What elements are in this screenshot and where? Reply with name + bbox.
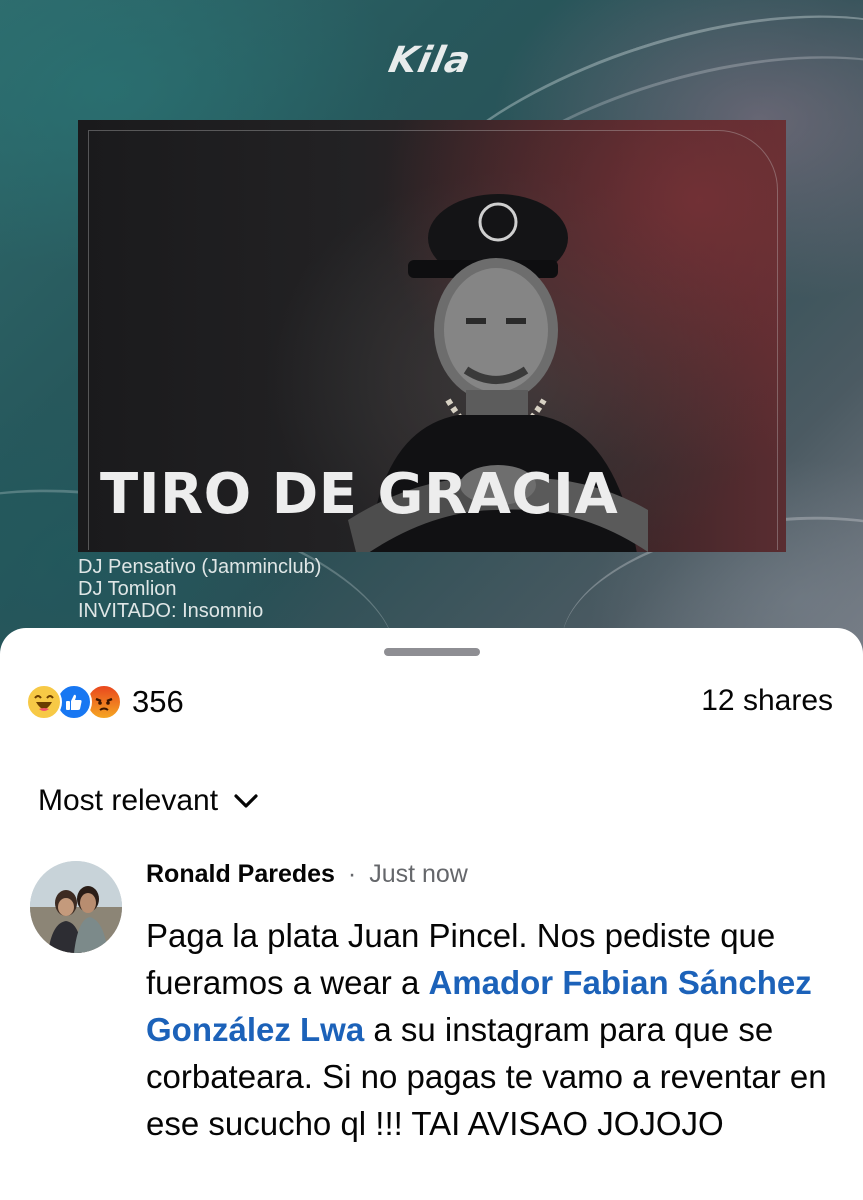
comment-author[interactable]: Ronald Paredes: [146, 860, 335, 888]
reactions-summary[interactable]: 356: [26, 682, 184, 722]
comments-sheet: 356 12 shares Most relevant Ronald Pared…: [0, 628, 863, 1200]
comment-text: Paga la plata Juan Pincel. Nos pediste q…: [146, 912, 846, 1147]
sort-label: Most relevant: [38, 784, 219, 817]
lineup-list: DJ Pensativo (Jamminclub) DJ Tomlion INV…: [78, 556, 321, 622]
separator-dot: ·: [347, 860, 357, 888]
comment-sort-dropdown[interactable]: Most relevant: [38, 784, 260, 818]
lineup-item: DJ Tomlion: [78, 578, 177, 600]
lineup-item: DJ Pensativo (Jamminclub): [78, 556, 322, 578]
post-image[interactable]: Kila TIRO DE GRACIA DJ Pensativo (Jammin…: [0, 0, 863, 680]
haha-icon: [26, 684, 62, 720]
avatar[interactable]: [30, 861, 122, 953]
comment-timestamp[interactable]: Just now: [369, 860, 468, 888]
reaction-count: 356: [132, 684, 184, 719]
event-headline: TIRO DE GRACIA: [100, 462, 619, 527]
sheet-drag-handle[interactable]: [384, 648, 480, 656]
chevron-down-icon: [234, 794, 258, 808]
comment-header: Ronald Paredes · Just now: [146, 860, 468, 889]
lineup-item: INVITADO: Insomnio: [78, 600, 264, 622]
brand-logo: Kila: [385, 40, 475, 81]
shares-count[interactable]: 12 shares: [701, 684, 833, 718]
